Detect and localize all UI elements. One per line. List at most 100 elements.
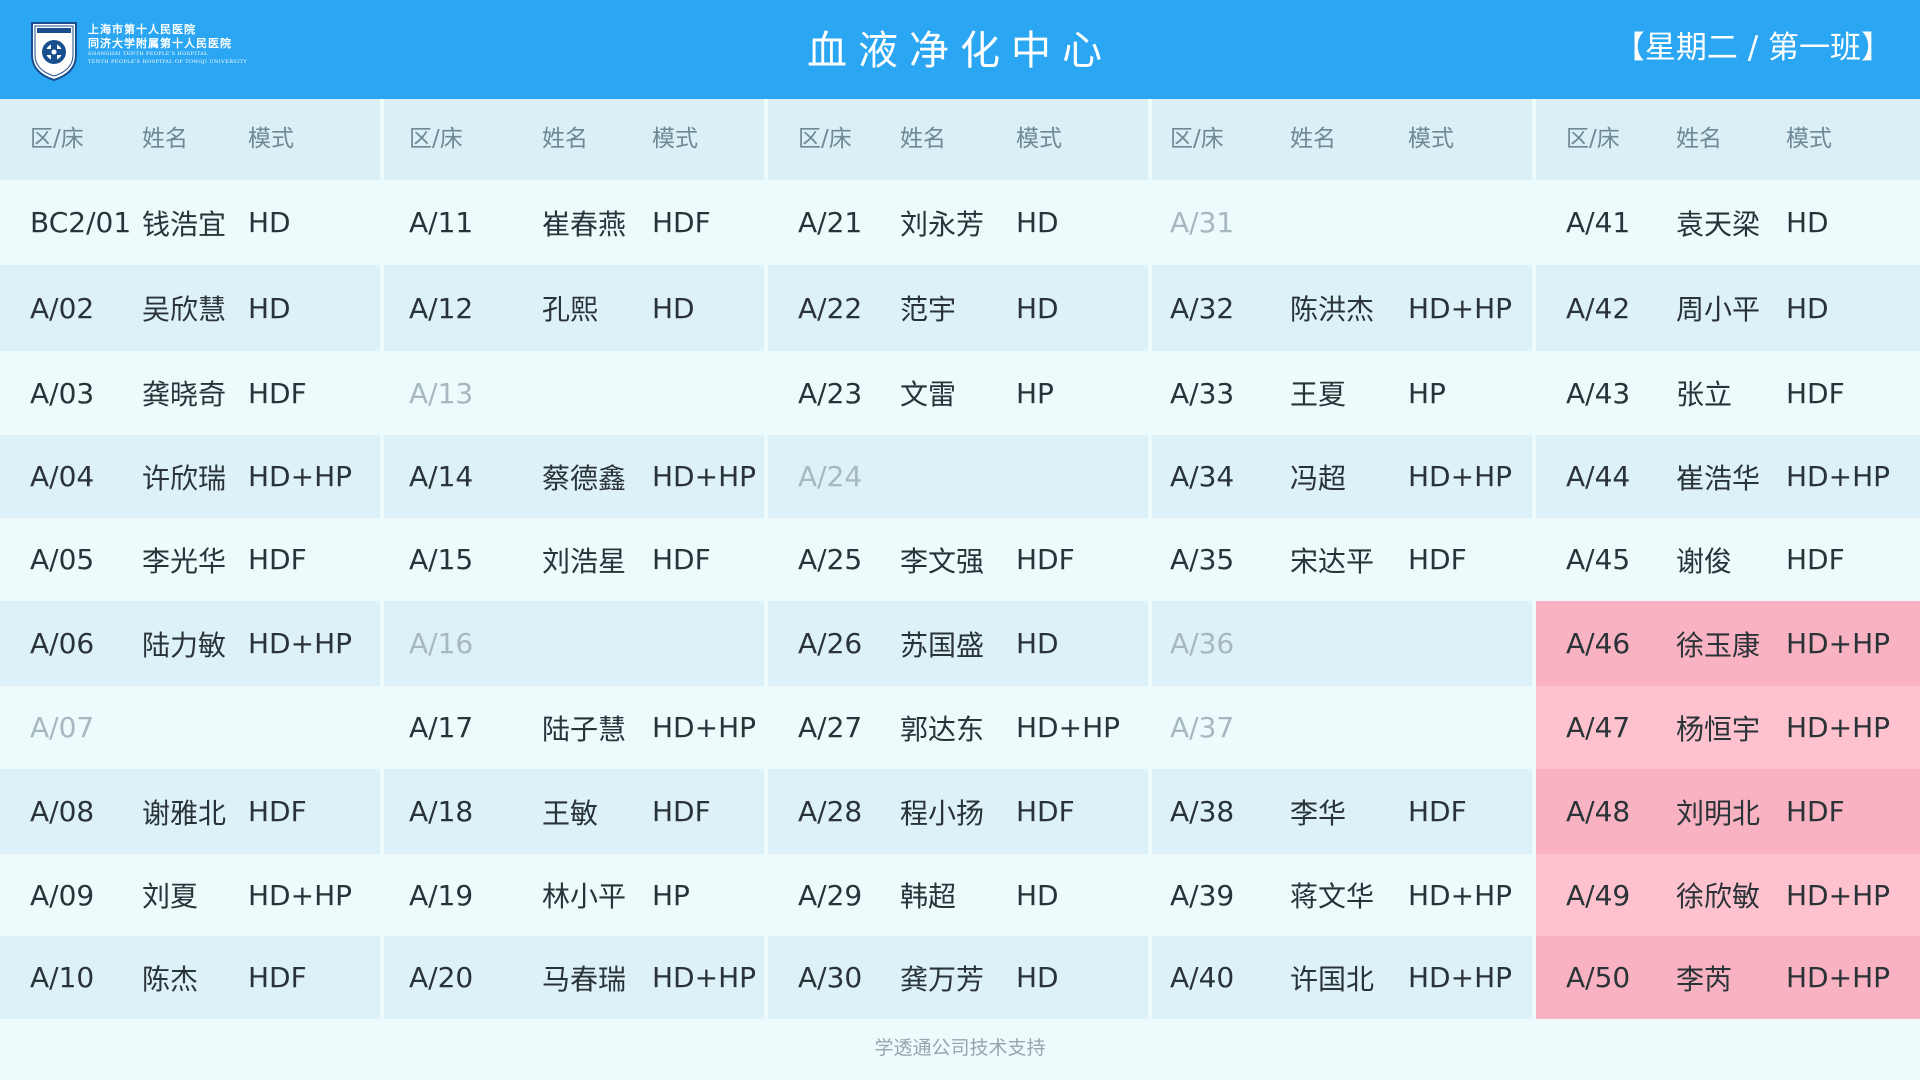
bed-number: A/05 <box>30 543 95 576</box>
bed-number: A/32 <box>1170 291 1235 325</box>
bed-row: A/27 郭达东 HD+HP <box>768 686 1148 769</box>
patient-name: 吴欣慧 <box>142 293 227 326</box>
bed-row: A/31 <box>1152 180 1532 265</box>
bed-row: A/49 徐欣敏 HD+HP <box>1536 854 1920 936</box>
bed-row: A/42 周小平 HD <box>1536 265 1920 351</box>
bed-row: A/46 徐玉康 HD+HP <box>1536 601 1920 686</box>
treatment-mode: HD+HP <box>1016 711 1121 744</box>
header-bed: 区/床 <box>409 126 463 152</box>
bed-number: A/03 <box>30 376 95 410</box>
treatment-mode: HD+HP <box>1786 711 1891 744</box>
patient-name: 刘永芳 <box>900 207 985 241</box>
bed-group-1: 区/床 姓名 模式 BC2/01 钱浩宜 HD A/02 吴欣慧 HD A/03 龚晓奇 HDF A/0… <box>0 99 380 1019</box>
bed-board: 区/床 姓名 模式 BC2/01 钱浩宜 HD A/02 吴欣慧 HD A/03 龚晓奇 HDF A/0… <box>0 99 1920 1019</box>
patient-name: 谢俊 <box>1676 544 1733 578</box>
bed-number: A/28 <box>798 795 863 828</box>
treatment-mode: HP <box>1016 376 1054 410</box>
bed-number: A/49 <box>1566 878 1631 912</box>
treatment-mode: HDF <box>1408 543 1467 576</box>
patient-name: 王敏 <box>542 796 599 830</box>
bed-row: A/30 龚万芳 HD <box>768 936 1148 1019</box>
patient-name: 李芮 <box>1676 962 1733 996</box>
bed-number: A/27 <box>798 711 863 744</box>
bed-row: A/38 李华 HDF <box>1152 769 1532 854</box>
bed-group-4: 区/床 姓名 模式 A/31 A/32 陈洪杰 HD+HP A/33 王夏 HP A/34 冯超 HD+… <box>1152 99 1532 1019</box>
bed-row: A/43 张立 HDF <box>1536 351 1920 435</box>
bed-number: A/02 <box>30 291 95 325</box>
treatment-mode: HD+HP <box>248 627 353 660</box>
treatment-mode: HD+HP <box>652 460 757 493</box>
treatment-mode: HD+HP <box>1786 460 1891 493</box>
bed-row: A/21 刘永芳 HD <box>768 180 1148 265</box>
bed-number: A/45 <box>1566 543 1631 576</box>
bed-number: A/14 <box>409 460 474 493</box>
header-bed: 区/床 <box>1566 126 1620 152</box>
patient-name: 龚万芳 <box>900 962 985 996</box>
header-name: 姓名 <box>542 126 588 152</box>
header-mode: 模式 <box>1786 126 1832 152</box>
treatment-mode: HDF <box>1786 543 1845 576</box>
bed-row: A/05 李光华 HDF <box>0 518 380 601</box>
column-header: 区/床 姓名 模式 <box>1536 99 1920 180</box>
treatment-mode: HD+HP <box>248 878 353 912</box>
header-name: 姓名 <box>900 126 946 152</box>
header-mode: 模式 <box>652 126 698 152</box>
bed-row: A/45 谢俊 HDF <box>1536 518 1920 601</box>
bed-number: A/13 <box>409 376 474 410</box>
treatment-mode: HD <box>1016 627 1059 660</box>
bed-number: A/44 <box>1566 460 1631 493</box>
treatment-mode: HD <box>1786 206 1829 239</box>
patient-name: 崔春燕 <box>542 207 627 241</box>
bed-row: A/17 陆子慧 HD+HP <box>384 686 764 769</box>
header-bed: 区/床 <box>798 126 852 152</box>
bed-row: A/14 蔡德鑫 HD+HP <box>384 435 764 518</box>
treatment-mode: HD <box>1016 291 1059 325</box>
bed-row: A/19 林小平 HP <box>384 854 764 936</box>
treatment-mode: HDF <box>652 543 711 576</box>
bed-number: A/46 <box>1566 627 1631 660</box>
treatment-mode: HD+HP <box>1408 961 1513 994</box>
patient-name: 陈杰 <box>142 962 199 996</box>
patient-name: 蔡德鑫 <box>542 461 627 495</box>
bed-number: A/36 <box>1170 627 1235 660</box>
patient-name: 陈洪杰 <box>1290 293 1375 326</box>
patient-name: 李文强 <box>900 544 985 578</box>
bed-row: A/16 <box>384 601 764 686</box>
bed-number: A/30 <box>798 961 863 994</box>
bed-row: A/32 陈洪杰 HD+HP <box>1152 265 1532 351</box>
treatment-mode: HDF <box>1786 795 1845 828</box>
patient-name: 杨恒宇 <box>1676 712 1761 746</box>
bed-number: A/09 <box>30 878 95 912</box>
treatment-mode: HDF <box>1408 795 1467 828</box>
header-bed: 区/床 <box>30 126 84 152</box>
patient-name: 谢雅北 <box>142 796 227 830</box>
treatment-mode: HD+HP <box>1408 291 1513 325</box>
header-mode: 模式 <box>248 126 294 152</box>
bed-row: A/44 崔浩华 HD+HP <box>1536 435 1920 518</box>
patient-name: 刘夏 <box>142 880 199 913</box>
header-mode: 模式 <box>1408 126 1454 152</box>
bed-row: A/34 冯超 HD+HP <box>1152 435 1532 518</box>
patient-name: 范宇 <box>900 293 957 326</box>
patient-name: 苏国盛 <box>900 628 985 662</box>
treatment-mode: HD <box>1786 291 1829 325</box>
treatment-mode: HD <box>248 291 291 325</box>
bed-row: A/08 谢雅北 HDF <box>0 769 380 854</box>
treatment-mode: HD+HP <box>1786 878 1891 912</box>
patient-name: 韩超 <box>900 880 957 913</box>
patient-name: 龚晓奇 <box>142 378 227 411</box>
bed-row: A/48 刘明北 HDF <box>1536 769 1920 854</box>
bed-row: A/50 李芮 HD+HP <box>1536 936 1920 1019</box>
treatment-mode: HP <box>652 878 690 912</box>
bed-row: A/06 陆力敏 HD+HP <box>0 601 380 686</box>
bed-row: A/35 宋达平 HDF <box>1152 518 1532 601</box>
patient-name: 马春瑞 <box>542 962 627 996</box>
patient-name: 程小扬 <box>900 796 985 830</box>
column-header: 区/床 姓名 模式 <box>0 99 380 180</box>
treatment-mode: HDF <box>652 206 711 239</box>
treatment-mode: HDF <box>248 961 307 994</box>
treatment-mode: HD <box>652 291 695 325</box>
bed-row: A/36 <box>1152 601 1532 686</box>
patient-name: 崔浩华 <box>1676 461 1761 495</box>
patient-name: 冯超 <box>1290 461 1347 495</box>
